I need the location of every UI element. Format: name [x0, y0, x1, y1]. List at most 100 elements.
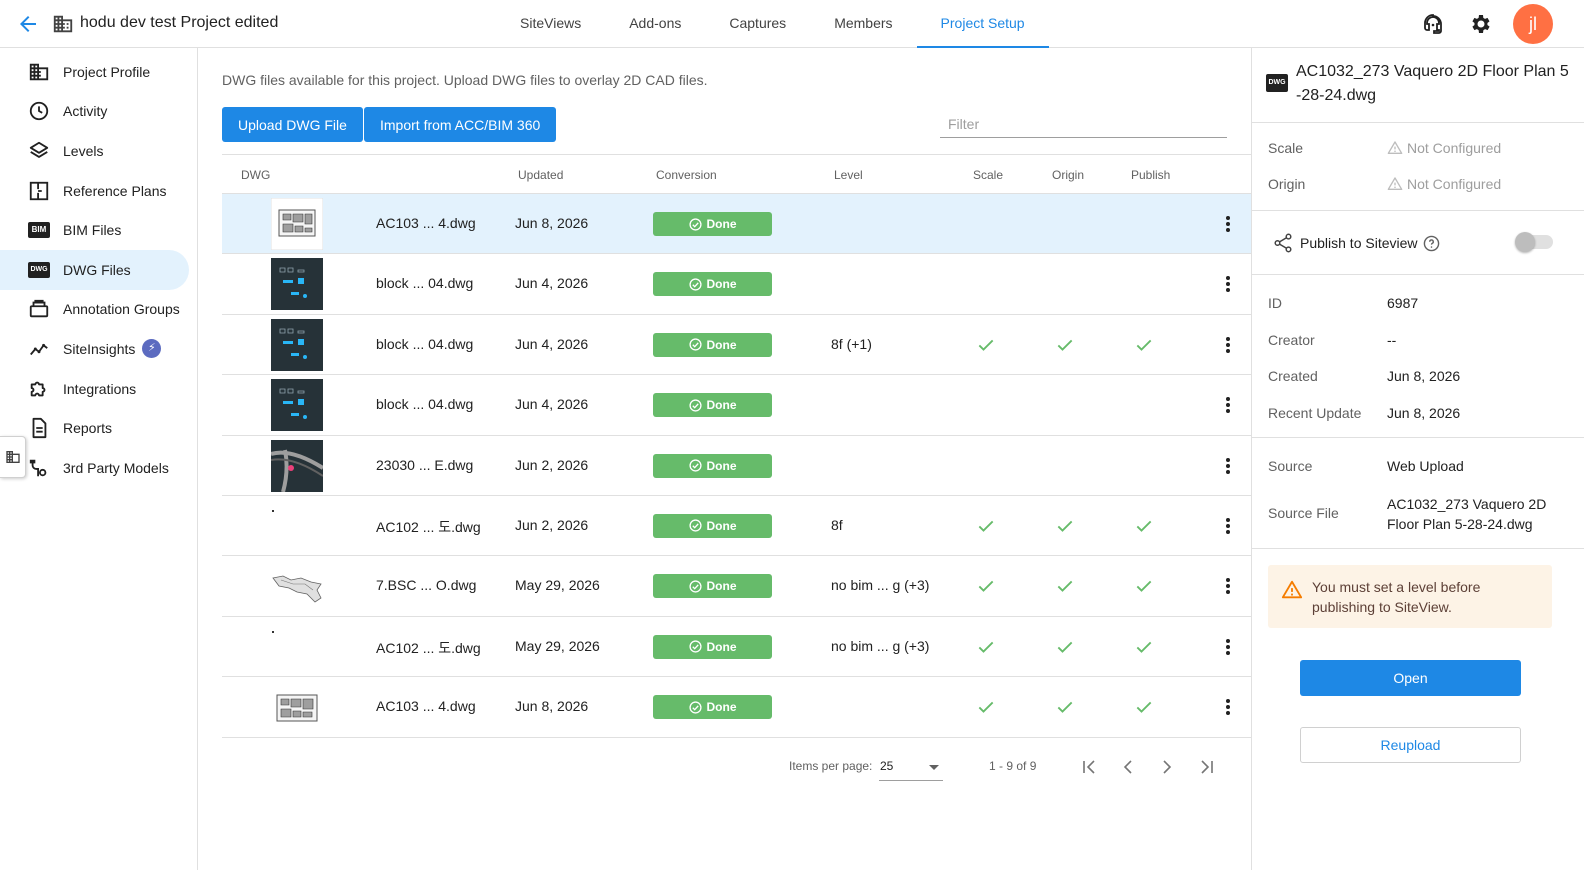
sidebar-item-activity[interactable]: Activity [0, 92, 189, 132]
tab-siteviews[interactable]: SiteViews [496, 0, 605, 48]
conversion-status-badge: Done [653, 212, 772, 236]
sidebar-item-reference-plans[interactable]: Reference Plans [0, 171, 189, 211]
building-icon [28, 61, 50, 83]
tab-captures[interactable]: Captures [705, 0, 810, 48]
sidebar-item-bim-files[interactable]: BIM BIM Files [0, 210, 189, 250]
back-arrow-icon[interactable] [16, 12, 40, 36]
scale-check-icon [976, 697, 996, 717]
check-circle-icon [688, 217, 702, 231]
updated-date: Jun 8, 2026 [515, 698, 589, 715]
column-header-level[interactable]: Level [834, 168, 863, 182]
more-vert-icon[interactable] [1216, 514, 1240, 538]
main-content: DWG files available for this project. Up… [198, 48, 1251, 870]
conversion-status-badge: Done [653, 695, 772, 720]
publish-toggle[interactable] [1515, 232, 1553, 252]
toggle-knob [1515, 232, 1535, 252]
sidebar-item-siteinsights[interactable]: SiteInsights ⚡ [0, 329, 189, 369]
conversion-status: Done [706, 398, 737, 413]
more-vert-icon[interactable] [1216, 272, 1240, 296]
sidebar-item-levels[interactable]: Levels [0, 131, 189, 171]
puzzle-icon [28, 378, 50, 400]
id-value: 6987 [1387, 295, 1419, 311]
file-name: AC102 ... 도.dwg [376, 518, 481, 535]
scale-value[interactable]: Not Configured [1387, 140, 1501, 156]
updated-date: May 29, 2026 [515, 577, 600, 594]
table-row[interactable]: AC103 ... 4.dwg Jun 8, 2026 Done [222, 194, 1251, 255]
reupload-button[interactable]: Reupload [1300, 727, 1521, 763]
items-per-page-label: Items per page: [789, 759, 873, 773]
support-headset-icon[interactable] [1421, 12, 1445, 36]
publish-check-icon [1134, 637, 1154, 657]
publish-check-icon [1134, 516, 1154, 536]
items-per-page-select[interactable]: 25 [879, 755, 943, 781]
column-header-conversion[interactable]: Conversion [656, 168, 717, 182]
more-vert-icon[interactable] [1216, 393, 1240, 417]
more-vert-icon[interactable] [1216, 635, 1240, 659]
more-vert-icon[interactable] [1216, 574, 1240, 598]
prev-page-icon[interactable] [1116, 755, 1140, 779]
filter-input[interactable] [940, 110, 1227, 138]
help-icon[interactable] [1423, 235, 1440, 252]
import-acc-button[interactable]: Import from ACC/BIM 360 [364, 107, 557, 142]
more-vert-icon[interactable] [1216, 212, 1240, 236]
check-circle-icon [688, 519, 702, 533]
tab-members[interactable]: Members [810, 0, 916, 48]
user-avatar[interactable]: jl [1513, 4, 1553, 44]
column-header-dwg[interactable]: DWG [241, 168, 270, 182]
last-page-icon[interactable] [1195, 755, 1219, 779]
table-row[interactable]: block ... 04.dwg Jun 4, 2026 Done [222, 375, 1251, 436]
sidebar-item-3rd-party-models[interactable]: 3rd Party Models [0, 448, 189, 488]
sidebar-item-project-profile[interactable]: Project Profile [0, 52, 189, 92]
tab-project-setup[interactable]: Project Setup [916, 0, 1049, 48]
more-vert-icon[interactable] [1216, 695, 1240, 719]
table-row[interactable]: block ... 04.dwg Jun 4, 2026 Done [222, 254, 1251, 315]
updated-date: Jun 2, 2026 [515, 516, 589, 533]
conversion-status-badge: Done [653, 513, 772, 538]
more-vert-icon[interactable] [1216, 333, 1240, 357]
main-tabs: SiteViews Add-ons Captures Members Proje… [496, 0, 1049, 48]
plug-icon [28, 457, 50, 479]
sidebar-item-reports[interactable]: Reports [0, 408, 189, 448]
check-circle-icon [688, 701, 702, 714]
column-header-updated[interactable]: Updated [518, 168, 563, 182]
table-row[interactable]: AC102 ... 도.dwg Jun 2, 2026 Done 8f [222, 496, 1251, 557]
caret-down-icon [929, 765, 939, 770]
column-header-origin[interactable]: Origin [1052, 168, 1084, 182]
dwg-thumbnail [271, 258, 323, 311]
column-header-publish[interactable]: Publish [1131, 168, 1170, 182]
table-row[interactable]: 7.BSC ... O.dwg May 29, 2026 Done no bim ..… [222, 556, 1251, 617]
scale-check-icon [976, 335, 996, 355]
column-header-scale[interactable]: Scale [973, 168, 1003, 182]
level-value: 8f [831, 516, 843, 533]
file-name: AC102 ... 도.dwg [376, 639, 481, 656]
open-button[interactable]: Open [1300, 660, 1521, 696]
file-name: block ... 04.dwg [376, 275, 474, 292]
sidebar-item-label: Reference Plans [63, 182, 167, 199]
table-row[interactable]: AC103 ... 4.dwg Jun 8, 2026 Done [222, 677, 1251, 738]
table-row[interactable]: block ... 04.dwg Jun 4, 2026 Done 8f (+1) [222, 315, 1251, 376]
more-vert-icon[interactable] [1216, 454, 1240, 478]
detail-panel: DWG AC1032_273 Vaquero 2D Floor Plan 5-2… [1251, 48, 1584, 870]
table-row[interactable]: AC102 ... 도.dwg May 29, 2026 Done no bim ..… [222, 617, 1251, 678]
bim-icon: BIM [28, 219, 50, 241]
sidebar-item-annotation-groups[interactable]: Annotation Groups [0, 290, 189, 330]
sidebar-item-dwg-files[interactable]: DWG DWG Files [0, 249, 189, 290]
check-circle-icon [688, 278, 702, 291]
detail-title: AC1032_273 Vaquero 2D Floor Plan 5-28-24… [1296, 63, 1569, 104]
recent-update-label: Recent Update [1268, 405, 1362, 421]
share-icon [1274, 233, 1292, 253]
building-panel-toggle[interactable] [0, 436, 26, 478]
first-page-icon[interactable] [1077, 755, 1101, 779]
conversion-status: Done [706, 639, 737, 654]
dwg-thumbnail [270, 439, 325, 493]
gear-icon[interactable] [1469, 12, 1493, 36]
tab-add-ons[interactable]: Add-ons [605, 0, 705, 48]
upload-dwg-button[interactable]: Upload DWG File [222, 107, 363, 142]
origin-value[interactable]: Not Configured [1387, 176, 1501, 192]
table-row[interactable]: 23030 ... E.dwg Jun 2, 2026 Done [222, 436, 1251, 496]
level-value: no bim ... g (+3) [831, 577, 930, 594]
sidebar-item-integrations[interactable]: Integrations [0, 369, 189, 409]
publish-check-icon [1134, 335, 1154, 355]
sidebar-item-label: Project Profile [63, 63, 151, 80]
next-page-icon[interactable] [1155, 755, 1179, 779]
